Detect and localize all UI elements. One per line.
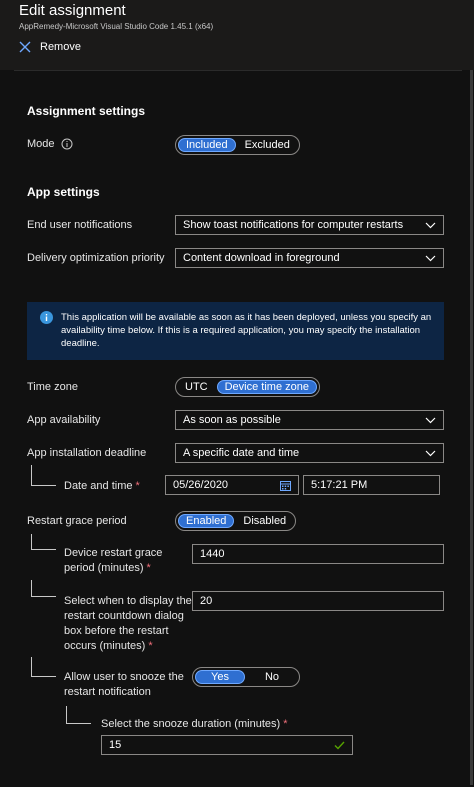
mode-label-row: Mode: [27, 138, 73, 150]
chevron-down-icon: [425, 450, 436, 456]
info-icon[interactable]: [61, 138, 73, 150]
snooze-toggle[interactable]: Yes No: [192, 667, 300, 687]
restart-grace-toggle[interactable]: Enabled Disabled: [175, 511, 297, 531]
device-restart-grace-value: 1440: [200, 548, 225, 560]
restart-grace-label: Restart grace period: [27, 515, 127, 527]
close-icon: [19, 41, 31, 53]
snooze-label-line2: restart notification: [64, 686, 151, 698]
chevron-down-icon: [425, 417, 436, 423]
snooze-duration-input[interactable]: 15: [101, 735, 353, 755]
snooze-duration-label-row: Select the snooze duration (minutes) *: [101, 718, 288, 730]
snooze-label: Allow user to snooze the restart notific…: [64, 670, 184, 700]
end-user-notifications-value: Show toast notifications for computer re…: [183, 219, 404, 231]
required-marker: *: [283, 718, 288, 730]
time-value: 5:17:21 PM: [311, 479, 368, 491]
info-message-text: This application will be available as so…: [61, 312, 432, 349]
snooze-option-yes[interactable]: Yes: [195, 670, 245, 684]
info-message-box: This application will be available as so…: [27, 302, 444, 360]
install-deadline-value: A specific date and time: [183, 447, 300, 459]
snooze-duration-label: Select the snooze duration (minutes): [101, 718, 281, 730]
snooze-label-line1: Allow user to snooze the: [64, 671, 184, 683]
date-time-label-row: Date and time *: [64, 480, 140, 492]
device-restart-grace-label-line1: Device restart grace: [64, 547, 163, 559]
device-restart-grace-input[interactable]: 1440: [192, 544, 444, 564]
remove-button[interactable]: Remove: [19, 41, 81, 53]
header-divider: [14, 70, 462, 71]
restart-grace-option-disabled[interactable]: Disabled: [236, 514, 293, 528]
tree-connector: [31, 465, 56, 486]
restart-grace-option-enabled[interactable]: Enabled: [178, 514, 235, 528]
chevron-down-icon: [425, 255, 436, 261]
required-marker: *: [148, 640, 153, 652]
app-availability-value: As soon as possible: [183, 414, 281, 426]
date-value: 05/26/2020: [173, 479, 229, 491]
assignment-settings-heading: Assignment settings: [27, 104, 146, 118]
tree-connector: [31, 580, 56, 597]
mode-option-excluded[interactable]: Excluded: [238, 138, 297, 152]
info-icon: [40, 311, 53, 324]
countdown-label-line4: occurs (minutes): [64, 640, 146, 652]
countdown-value: 20: [200, 595, 213, 607]
device-restart-grace-label-line2: period (minutes): [64, 562, 144, 574]
time-zone-option-device[interactable]: Device time zone: [216, 380, 317, 394]
mode-label: Mode: [27, 138, 55, 150]
mode-option-included[interactable]: Included: [178, 138, 236, 152]
delivery-priority-value: Content download in foreground: [183, 252, 340, 264]
page-title: Edit assignment: [19, 2, 126, 19]
page-subtitle: AppRemedy-Microsoft Visual Studio Code 1…: [19, 22, 214, 31]
delivery-priority-select[interactable]: Content download in foreground: [175, 248, 444, 268]
time-zone-toggle[interactable]: UTC Device time zone: [175, 377, 320, 397]
time-zone-option-utc[interactable]: UTC: [178, 380, 215, 394]
required-marker: *: [146, 562, 151, 574]
calendar-icon[interactable]: [280, 480, 291, 491]
end-user-notifications-select[interactable]: Show toast notifications for computer re…: [175, 215, 444, 235]
mode-toggle[interactable]: Included Excluded: [175, 135, 300, 155]
tree-connector: [31, 534, 56, 550]
device-restart-grace-label: Device restart grace period (minutes) *: [64, 546, 162, 576]
required-marker: *: [135, 480, 140, 492]
chevron-down-icon: [425, 222, 436, 228]
app-settings-heading: App settings: [27, 185, 100, 199]
time-zone-label: Time zone: [27, 381, 78, 393]
countdown-label-line2: restart countdown dialog: [64, 610, 184, 622]
end-user-notifications-label: End user notifications: [27, 219, 133, 231]
app-availability-select[interactable]: As soon as possible: [175, 410, 444, 430]
countdown-label: Select when to display the restart count…: [64, 594, 192, 654]
app-availability-label: App availability: [27, 414, 101, 426]
date-input[interactable]: 05/26/2020: [165, 475, 299, 495]
remove-label: Remove: [40, 41, 81, 53]
date-time-label: Date and time: [64, 480, 133, 492]
checkmark-icon: [334, 741, 345, 750]
time-input[interactable]: 5:17:21 PM: [303, 475, 440, 495]
scrollbar[interactable]: [470, 70, 473, 785]
install-deadline-label: App installation deadline: [27, 447, 147, 459]
countdown-input[interactable]: 20: [192, 591, 444, 611]
tree-connector: [31, 657, 56, 677]
countdown-label-line3: box before the restart: [64, 625, 169, 637]
tree-connector: [66, 706, 91, 724]
delivery-priority-label: Delivery optimization priority: [27, 252, 165, 264]
install-deadline-select[interactable]: A specific date and time: [175, 443, 444, 463]
snooze-duration-value: 15: [109, 739, 122, 751]
countdown-label-line1: Select when to display the: [64, 595, 192, 607]
snooze-option-no[interactable]: No: [247, 670, 297, 684]
